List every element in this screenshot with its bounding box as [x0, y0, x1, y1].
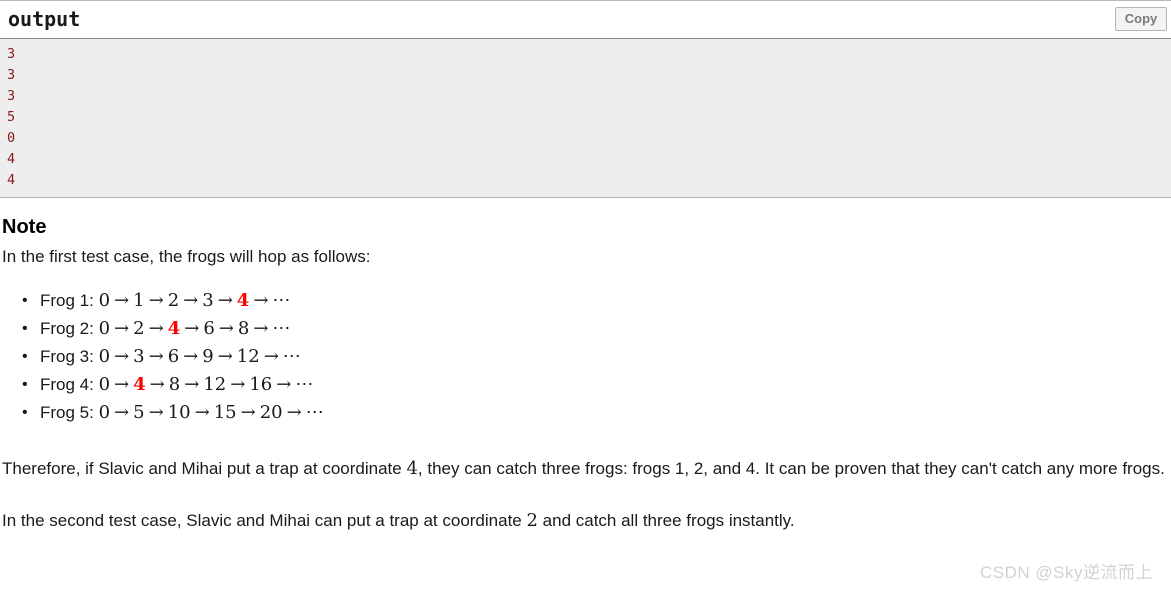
- arrow-icon: →: [183, 346, 199, 367]
- frog-step-value: 0: [98, 290, 111, 311]
- frog-step-value: 16: [249, 374, 273, 395]
- list-item: Frog 3: 0→3→6→9→12→⋯: [22, 343, 1171, 371]
- frog-step-value: 4: [167, 318, 181, 339]
- ellipsis-icon: ⋯: [272, 318, 293, 339]
- output-line: 5: [7, 109, 16, 125]
- frog-step-value: 0: [98, 374, 111, 395]
- frog-step-value: 20: [259, 402, 283, 423]
- frog-step-value: 8: [168, 374, 181, 395]
- output-line: 3: [7, 67, 16, 83]
- arrow-icon: →: [114, 374, 130, 395]
- paragraph-1-pre: Therefore, if Slavic and Mihai put a tra…: [2, 459, 407, 478]
- paragraph-2-coordinate: 2: [526, 510, 538, 531]
- arrow-icon: →: [253, 318, 269, 339]
- note-paragraph-second-case: In the second test case, Slavic and Miha…: [0, 508, 1165, 534]
- frog-sequence: 0 → 5 → 10 → 15 → 20 → ⋯: [99, 402, 326, 423]
- arrow-icon: →: [276, 374, 292, 395]
- frog-step-value: 15: [213, 402, 237, 423]
- frog-step-value: 10: [167, 402, 191, 423]
- output-panel: output Copy 3 3 3 5 0 4 4: [0, 0, 1171, 198]
- output-line: 3: [7, 88, 16, 104]
- arrow-icon: →: [240, 402, 256, 423]
- arrow-icon: →: [217, 346, 233, 367]
- arrow-icon: →: [114, 346, 130, 367]
- arrow-icon: →: [184, 374, 200, 395]
- paragraph-2-pre: In the second test case, Slavic and Miha…: [2, 511, 527, 530]
- output-panel-header: output Copy: [0, 1, 1171, 39]
- arrow-icon: →: [148, 290, 164, 311]
- arrow-icon: →: [148, 402, 164, 423]
- list-item: Frog 4: 0→4→8→12→16→⋯: [22, 371, 1171, 399]
- note-section: Note In the first test case, the frogs w…: [0, 208, 1171, 531]
- frog-step-value: 2: [133, 318, 145, 339]
- output-panel-title: output: [8, 7, 81, 31]
- frog-step-value: 2: [167, 290, 180, 311]
- output-line: 0: [7, 130, 16, 146]
- list-item: Frog 1: 0→1→2→3→4→⋯: [22, 287, 1171, 315]
- output-line: 4: [7, 172, 16, 188]
- ellipsis-icon: ⋯: [282, 346, 303, 367]
- frog-label: Frog 3:: [40, 347, 94, 366]
- note-paragraph-first-case-wrap: Therefore, if Slavic and Mihai put a tra…: [0, 456, 1165, 482]
- copy-button[interactable]: Copy: [1115, 7, 1167, 31]
- arrow-icon: →: [114, 318, 130, 339]
- arrow-icon: →: [286, 402, 302, 423]
- arrow-icon: →: [253, 290, 269, 311]
- frog-step-value: 6: [203, 318, 215, 339]
- list-item: Frog 2: 0→2→4→6→8→⋯: [22, 315, 1171, 343]
- frog-step-value: 0: [98, 318, 111, 339]
- paragraph-1-coordinate: 4: [406, 458, 418, 479]
- arrow-icon: →: [217, 290, 233, 311]
- arrow-icon: →: [148, 346, 164, 367]
- arrow-icon: →: [194, 402, 210, 423]
- frog-step-value: 0: [98, 346, 111, 367]
- frog-step-value: 1: [133, 290, 145, 311]
- note-heading: Note: [2, 216, 47, 238]
- frog-step-value: 0: [98, 402, 111, 423]
- arrow-icon: →: [148, 318, 164, 339]
- output-line: 4: [7, 151, 16, 167]
- frog-sequence: 0 → 4 → 8 → 12 → 16 → ⋯: [99, 374, 316, 395]
- frog-step-value: 12: [236, 346, 260, 367]
- frog-step-value: 4: [133, 374, 146, 395]
- frog-hop-list: Frog 1: 0→1→2→3→4→⋯ Frog 2: 0→2→4→6→8→⋯ …: [0, 287, 1171, 427]
- frog-step-value: 12: [203, 374, 227, 395]
- list-item: Frog 5: 0→5→10→15→20→⋯: [22, 399, 1171, 427]
- output-line: 3: [7, 46, 16, 62]
- arrow-icon: →: [114, 290, 130, 311]
- note-paragraph-second-case-wrap: In the second test case, Slavic and Miha…: [0, 508, 1165, 534]
- frog-label: Frog 4:: [40, 375, 94, 394]
- arrow-icon: →: [114, 402, 130, 423]
- paragraph-2-post: and catch all three frogs instantly.: [537, 511, 795, 530]
- frog-step-value: 5: [133, 402, 145, 423]
- ellipsis-icon: ⋯: [272, 290, 293, 311]
- frog-step-value: 3: [133, 346, 145, 367]
- note-intro-text: In the first test case, the frogs will h…: [2, 247, 371, 266]
- frog-step-value: 4: [236, 290, 250, 311]
- frog-sequence: 0 → 2 → 4 → 6 → 8 → ⋯: [99, 318, 293, 339]
- ellipsis-icon: ⋯: [295, 374, 316, 395]
- frog-step-value: 9: [202, 346, 214, 367]
- arrow-icon: →: [230, 374, 246, 395]
- arrow-icon: →: [263, 346, 279, 367]
- frog-step-value: 8: [237, 318, 250, 339]
- frog-sequence: 0 → 3 → 6 → 9 → 12 → ⋯: [99, 346, 303, 367]
- arrow-icon: →: [149, 374, 165, 395]
- frog-step-value: 3: [202, 290, 214, 311]
- frog-label: Frog 5:: [40, 403, 94, 422]
- ellipsis-icon: ⋯: [305, 402, 326, 423]
- paragraph-1-post: , they can catch three frogs: frogs 1, 2…: [417, 459, 1165, 478]
- frog-label: Frog 2:: [40, 319, 94, 338]
- arrow-icon: →: [183, 290, 199, 311]
- output-code-block[interactable]: 3 3 3 5 0 4 4: [0, 39, 1171, 197]
- frog-label: Frog 1:: [40, 291, 94, 310]
- note-paragraph-first-case: Therefore, if Slavic and Mihai put a tra…: [0, 456, 1165, 482]
- arrow-icon: →: [218, 318, 234, 339]
- arrow-icon: →: [184, 318, 200, 339]
- frog-step-value: 6: [167, 346, 180, 367]
- frog-sequence: 0 → 1 → 2 → 3 → 4 → ⋯: [99, 290, 293, 311]
- csdn-watermark: CSDN @Sky逆流而上: [980, 563, 1153, 582]
